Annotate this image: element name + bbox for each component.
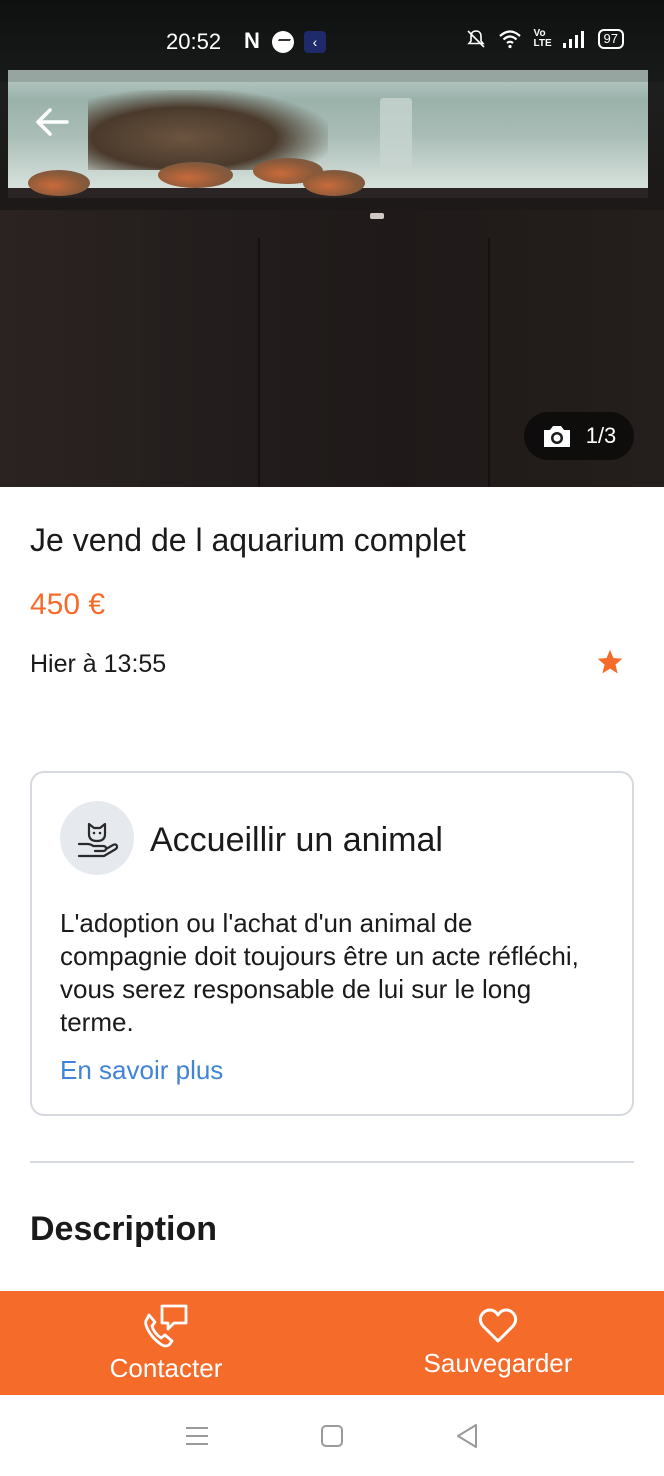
listing-title: Je vend de l aquarium complet bbox=[30, 522, 466, 558]
photo-counter[interactable]: 1/3 bbox=[524, 412, 634, 460]
mute-bell-icon bbox=[466, 30, 485, 48]
messenger-icon bbox=[272, 31, 294, 53]
action-bar: Contacter Sauvegarder bbox=[0, 1291, 664, 1395]
description-title: Description bbox=[30, 1210, 218, 1248]
status-icons: Vo LTE 97 bbox=[466, 29, 624, 49]
contact-button[interactable]: Contacter bbox=[0, 1291, 332, 1395]
home-nav-button[interactable] bbox=[312, 1416, 352, 1456]
listing-date: Hier à 13:55 bbox=[30, 650, 167, 678]
home-square-icon bbox=[320, 1424, 343, 1447]
volte-icon: Vo LTE bbox=[533, 28, 552, 49]
photo-aquarium bbox=[8, 70, 648, 198]
wifi-icon bbox=[498, 30, 521, 49]
learn-more-link[interactable]: En savoir plus bbox=[60, 1055, 223, 1086]
system-nav-bar bbox=[0, 1395, 664, 1476]
status-time: 20:52 bbox=[166, 29, 222, 54]
star-icon[interactable] bbox=[596, 648, 624, 676]
animal-info-card: Accueillir un animal L'adoption ou l'ach… bbox=[30, 771, 634, 1116]
menu-icon bbox=[186, 1426, 209, 1445]
photo-counter-text: 1/3 bbox=[585, 423, 617, 448]
netflix-icon: N bbox=[244, 28, 260, 53]
save-label: Sauvegarder bbox=[423, 1347, 573, 1378]
status-bar: 20:52 N ‹ Vo LTE 97 bbox=[0, 0, 664, 82]
heart-icon bbox=[478, 1308, 518, 1342]
listing-price: 450 € bbox=[30, 588, 106, 621]
camera-icon bbox=[543, 426, 570, 447]
back-nav-button[interactable] bbox=[447, 1416, 487, 1456]
pet-adoption-icon bbox=[60, 801, 134, 875]
back-triangle-icon bbox=[456, 1423, 477, 1448]
arrow-left-icon bbox=[36, 108, 69, 136]
phone-chat-icon bbox=[144, 1304, 188, 1347]
menu-nav-button[interactable] bbox=[177, 1416, 217, 1456]
contact-label: Contacter bbox=[109, 1352, 223, 1383]
app-icon: ‹ bbox=[304, 31, 326, 53]
back-button[interactable] bbox=[28, 98, 76, 146]
card-title: Accueillir un animal bbox=[150, 821, 443, 859]
battery-icon: 97 bbox=[597, 29, 624, 49]
divider bbox=[30, 1161, 634, 1163]
card-text: L'adoption ou l'achat d'un animal de com… bbox=[60, 908, 579, 1037]
save-button[interactable]: Sauvegarder bbox=[332, 1291, 664, 1395]
signal-icon bbox=[562, 31, 584, 48]
